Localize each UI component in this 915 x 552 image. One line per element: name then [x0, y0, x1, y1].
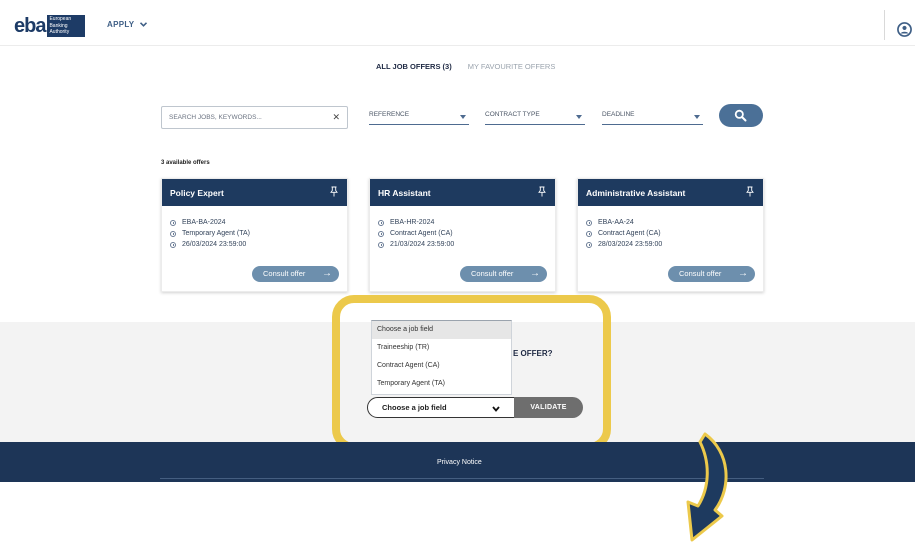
job-contract-type: Temporary Agent (TA): [182, 230, 250, 237]
clear-icon[interactable]: ✕: [332, 112, 340, 123]
arrow-right-icon: →: [322, 268, 332, 279]
dropdown-option[interactable]: Contract Agent (CA): [372, 357, 511, 375]
job-reference: EBA-HR-2024: [390, 219, 435, 226]
reference-label: REFERENCE: [369, 111, 410, 118]
job-card: Policy Expert EBA-BA-2024 Temporary Agen…: [161, 178, 348, 292]
job-deadline: 26/03/2024 23:59:00: [182, 241, 247, 248]
consult-offer-label: Consult offer: [471, 269, 514, 278]
job-card-header: HR Assistant: [370, 179, 555, 206]
arrow-right-icon: →: [738, 268, 748, 279]
info-icon: [170, 219, 176, 226]
job-field-select[interactable]: Choose a job field: [367, 397, 515, 418]
eba-logo[interactable]: eba European Banking Authority: [14, 14, 86, 38]
job-contract-type: Contract Agent (CA): [598, 230, 661, 237]
caret-down-icon: [694, 115, 700, 119]
apply-label: APPLY: [107, 20, 135, 29]
consult-offer-label: Consult offer: [263, 269, 306, 278]
job-card-header: Administrative Assistant: [578, 179, 763, 206]
deadline-label: DEADLINE: [602, 111, 635, 118]
logo-wordmark: eba: [14, 15, 46, 37]
chevron-down-icon: [139, 22, 147, 27]
job-card: HR Assistant EBA-HR-2024 Contract Agent …: [369, 178, 556, 292]
contract-type-select[interactable]: CONTRACT TYPE: [485, 111, 585, 125]
top-header: eba European Banking Authority APPLY: [0, 0, 915, 46]
consult-offer-button[interactable]: Consult offer →: [460, 266, 547, 282]
consult-offer-button[interactable]: Consult offer →: [668, 266, 755, 282]
info-icon: [378, 241, 384, 248]
reference-select[interactable]: REFERENCE: [369, 111, 469, 125]
info-icon: [170, 230, 176, 237]
job-reference: EBA-BA-2024: [182, 219, 226, 226]
pin-favourite-icon[interactable]: [538, 186, 546, 197]
info-icon: [586, 230, 592, 237]
chevron-down-icon: [492, 406, 500, 412]
job-details: EBA-HR-2024 Contract Agent (CA) 21/03/20…: [378, 217, 454, 250]
user-account-icon[interactable]: [897, 22, 912, 37]
apply-menu[interactable]: APPLY: [107, 20, 147, 29]
available-offers-count: 3 available offers: [161, 160, 210, 166]
info-icon: [586, 219, 592, 226]
logo-line: Authority: [49, 29, 70, 36]
job-title[interactable]: Policy Expert: [170, 188, 224, 198]
job-card-header: Policy Expert: [162, 179, 347, 206]
info-icon: [378, 230, 384, 237]
job-title[interactable]: Administrative Assistant: [586, 188, 685, 198]
consult-offer-button[interactable]: Consult offer →: [252, 266, 339, 282]
search-input[interactable]: [162, 107, 322, 128]
job-card: Administrative Assistant EBA-AA-24 Contr…: [577, 178, 764, 292]
dropdown-option[interactable]: Traineeship (TR): [372, 339, 511, 357]
pin-favourite-icon[interactable]: [746, 186, 754, 197]
job-details: EBA-AA-24 Contract Agent (CA) 28/03/2024…: [586, 217, 662, 250]
header-divider: [884, 10, 885, 40]
annotation-arrow-icon: [686, 432, 728, 542]
job-field-selected-value: Choose a job field: [382, 403, 447, 412]
tab-my-favourite-offers[interactable]: MY FAVOURITE OFFERS: [468, 62, 556, 71]
info-icon: [378, 219, 384, 226]
validate-button[interactable]: VALIDATE: [514, 397, 583, 418]
job-reference: EBA-AA-24: [598, 219, 634, 226]
info-icon: [586, 241, 592, 248]
consult-offer-label: Consult offer: [679, 269, 722, 278]
caret-down-icon: [576, 115, 582, 119]
search-button[interactable]: [719, 104, 763, 127]
dropdown-option[interactable]: Choose a job field: [372, 321, 511, 339]
arrow-right-icon: →: [530, 268, 540, 279]
job-contract-type: Contract Agent (CA): [390, 230, 453, 237]
job-details: EBA-BA-2024 Temporary Agent (TA) 26/03/2…: [170, 217, 250, 250]
job-title[interactable]: HR Assistant: [378, 188, 431, 198]
tab-all-job-offers[interactable]: ALL JOB OFFERS (3): [376, 62, 452, 71]
job-field-dropdown-list: Choose a job field Traineeship (TR) Cont…: [371, 320, 512, 395]
info-icon: [170, 241, 176, 248]
dropdown-option[interactable]: Temporary Agent (TA): [372, 375, 511, 393]
search-icon: [734, 109, 747, 122]
pin-favourite-icon[interactable]: [330, 186, 338, 197]
caret-down-icon: [460, 115, 466, 119]
contract-type-label: CONTRACT TYPE: [485, 111, 540, 118]
privacy-notice-link[interactable]: Privacy Notice: [437, 459, 482, 466]
search-box: ✕: [161, 106, 348, 129]
job-deadline: 28/03/2024 23:59:00: [598, 241, 663, 248]
logo-tagline: European Banking Authority: [47, 15, 86, 37]
job-deadline: 21/03/2024 23:59:00: [390, 241, 455, 248]
offer-tabs: ALL JOB OFFERS (3) MY FAVOURITE OFFERS: [376, 62, 555, 71]
deadline-select[interactable]: DEADLINE: [602, 111, 703, 125]
